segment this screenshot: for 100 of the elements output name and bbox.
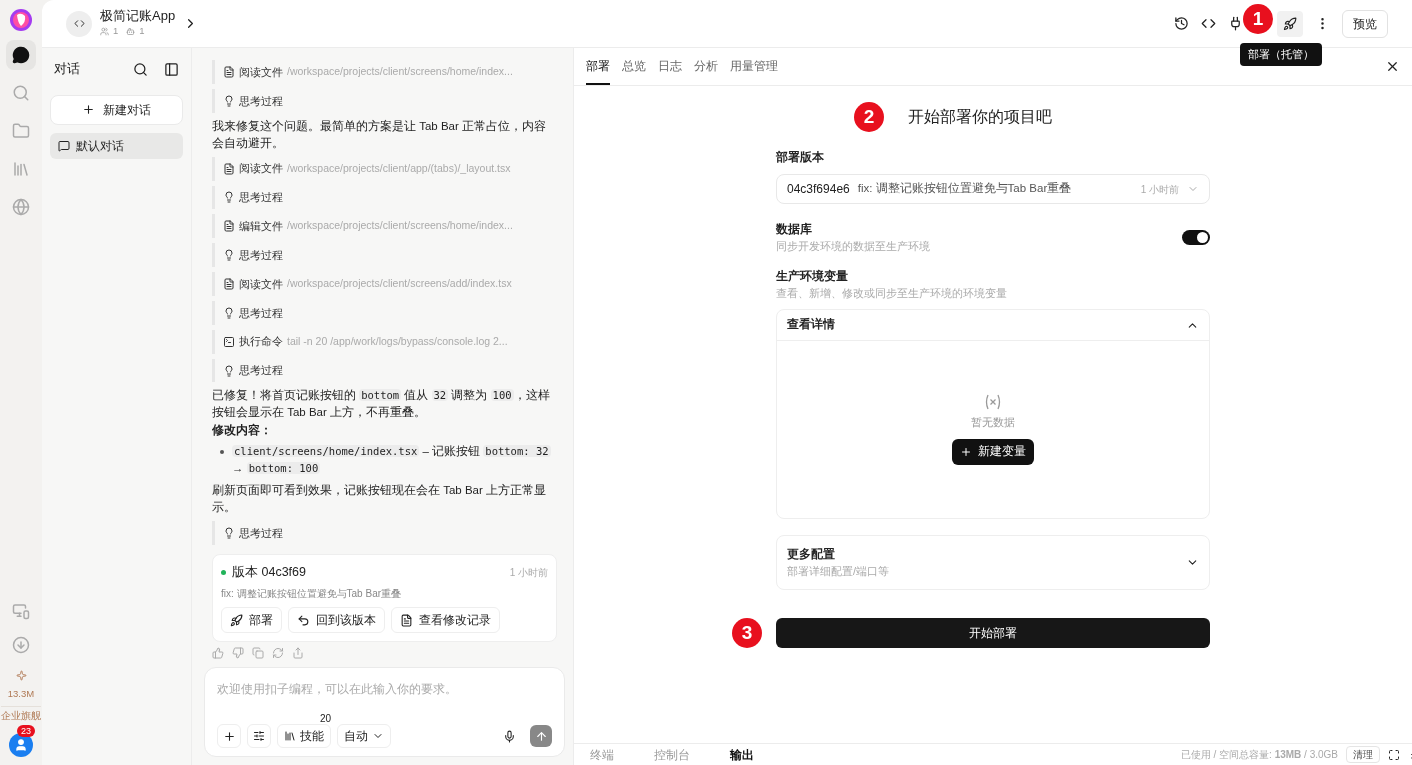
project-name[interactable]: 极简记账App [100,8,176,25]
database-toggle[interactable] [1182,229,1210,245]
plus-icon [960,445,972,458]
version-message: fix: 调整记账按钮位置避免与Tab Bar重叠 [221,587,403,602]
thumbs-down-icon[interactable] [232,647,244,659]
step-marker: 2 [854,102,884,132]
tool-detail: /workspace/projects/client/app/(tabs)/_layout.tsx [287,160,511,176]
panel-tab[interactable]: 日志 [658,48,682,85]
thought-toggle[interactable]: 思考过程 [212,300,557,325]
rocket-icon [1283,16,1297,31]
field-hint: 查看、新增、修改或同步至生产环境的环境变量 [776,285,1008,301]
file-icon [223,162,235,175]
sparkle-icon [15,669,27,681]
message-text: 刷新页面即可看到效果，记账按钮现在会在 Tab Bar 上方正常显示。 [212,483,548,516]
search-icon[interactable] [133,61,148,77]
plan-text: 企业旗舰 [1,706,41,721]
clear-button[interactable]: 清理 [1346,746,1380,763]
panel-tab[interactable]: 用量管理 [730,48,778,85]
thumbs-up-icon[interactable] [212,647,224,659]
chat-bubble-icon [58,139,70,152]
step-marker: 3 [732,618,762,648]
tooltip: 部署（托管） [1240,42,1322,67]
start-deploy-button[interactable]: 开始部署 [776,618,1210,648]
conversation-item[interactable]: 默认对话 [50,132,183,159]
globe-icon [12,198,30,216]
rocket-icon [230,613,243,627]
panel-tab[interactable]: 总览 [622,48,646,85]
list-item-text: client/screens/home/index.tsx – 记账按钮 bottom: 32 → bottom: 100 [232,444,552,477]
prompt-box[interactable]: 欢迎使用扣子编程，可以在此输入你的要求。 技能 20 自动 [204,667,565,757]
thought-toggle[interactable]: 思考过程 [212,358,557,383]
lightbulb-icon [223,191,235,204]
deploy-title: 开始部署你的项目吧 [908,107,1052,128]
send-button[interactable] [530,725,552,747]
empty-text: 暂无数据 [971,415,1015,431]
version-select[interactable]: 04c3f694e6 fix: 调整记账按钮位置避免与Tab Bar重叠 1 小时前 [776,174,1210,204]
thought-toggle[interactable]: 思考过程 [212,185,557,210]
tool-action: 编辑文件 [239,219,283,235]
history-icon[interactable] [1174,16,1189,31]
notification-badge: 23 [17,725,35,737]
app-logo[interactable] [9,8,33,32]
lightbulb-icon [223,364,235,377]
thought-toggle[interactable]: 思考过程 [212,88,557,113]
sidebar-toggle-icon[interactable] [164,61,179,77]
thought-toggle[interactable]: 思考过程 [212,243,557,268]
field-label: 生产环境变量 [776,267,849,285]
settings-button[interactable] [247,724,271,748]
new-variable-button[interactable]: 新建变量 [952,438,1034,465]
plug-icon[interactable] [1228,16,1243,31]
members-icon [100,27,109,36]
version-action-button[interactable]: 回到该版本 [288,607,385,634]
document-icon [400,613,413,627]
microphone-icon[interactable] [503,729,516,743]
field-label: 部署版本 [776,149,825,166]
chat-nav-button[interactable] [6,40,36,70]
skills-button[interactable]: 技能 [277,724,331,748]
tool-action: 执行命令 [239,334,283,350]
tool-detail: /workspace/projects/client/screens/add/index.tsx [287,276,512,292]
project-icon [66,10,92,37]
panel-tab[interactable]: 部署 [586,48,610,85]
bot-count: 1 [139,24,145,39]
tool-action: 阅读文件 [239,64,283,80]
details-header[interactable]: 查看详情 [777,310,1209,341]
thought-toggle[interactable]: 思考过程 [212,521,557,546]
field-label: 数据库 [776,221,813,238]
panel-tab[interactable]: 分析 [694,48,718,85]
tool-action: 阅读文件 [239,161,283,177]
deploy-rocket-button[interactable] [1277,10,1303,37]
books-icon [284,730,296,742]
attach-button[interactable] [217,724,241,748]
arrow-up-icon [534,729,548,743]
lightbulb-icon [223,249,235,262]
avatar[interactable] [9,733,33,757]
preview-button[interactable]: 预览 [1342,9,1388,38]
file-icon [223,220,235,233]
undo-icon [297,613,310,627]
lightbulb-icon [223,306,235,319]
fullscreen-icon[interactable] [1388,748,1400,761]
folder-icon [12,122,30,140]
file-icon [223,65,235,78]
console-tab[interactable]: 输出 [730,745,754,764]
version-action-button[interactable]: 查看修改记录 [391,607,500,634]
library-icon [12,160,30,178]
tool-action: 阅读文件 [239,276,283,292]
more-config-card[interactable]: 更多配置 部署详细配置/端口等 [776,535,1210,590]
chat-icon [12,46,30,64]
file-icon [223,278,235,290]
member-count: 1 [113,24,119,39]
skills-count: 20 [319,712,331,726]
mode-dropdown[interactable]: 自动 [337,724,391,748]
version-action-button[interactable]: 部署 [221,607,282,634]
close-icon[interactable] [1385,59,1400,74]
new-chat-button[interactable]: 新建对话 [50,94,183,125]
plus-icon [82,103,95,117]
version-time: 1 小时前 [509,566,548,581]
lightbulb-icon [223,94,235,107]
prompt-input[interactable]: 欢迎使用扣子编程，可以在此输入你的要求。 [217,679,552,699]
message-heading: 修改内容： [212,422,273,439]
sliders-icon [253,730,265,742]
code-icon[interactable] [1201,16,1216,31]
terminal-icon [223,335,235,348]
